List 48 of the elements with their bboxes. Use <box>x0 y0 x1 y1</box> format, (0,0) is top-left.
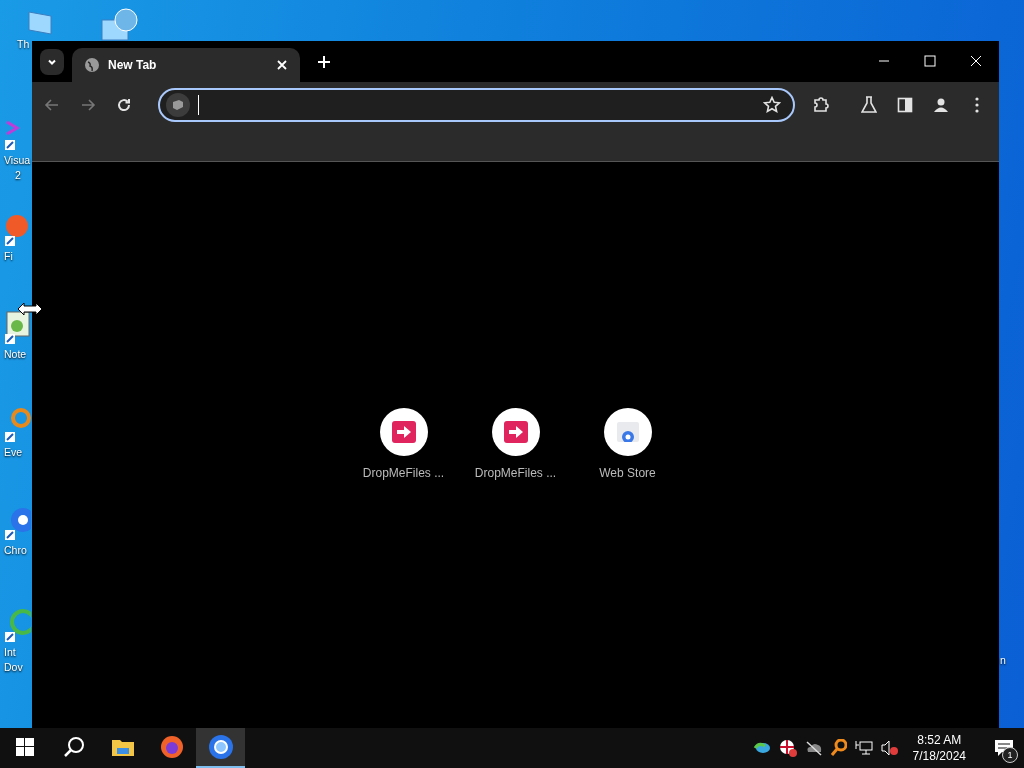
desktop-icon-label: Int <box>4 646 16 659</box>
arrow-logo-icon <box>503 421 528 443</box>
desktop-icon-label: Th <box>17 38 30 51</box>
desktop-icon-label: Visua <box>4 154 31 167</box>
clock[interactable]: 8:52 AM 7/18/2024 <box>912 732 966 764</box>
desktop-icon-label: Note <box>4 348 27 361</box>
taskbar-app-button[interactable] <box>196 728 245 768</box>
download-manager-shortcut-icon[interactable] <box>3 608 31 644</box>
clock-time: 8:52 AM <box>917 732 962 748</box>
tray-app-icon[interactable] <box>752 740 771 756</box>
notifications-button[interactable]: 1 <box>984 728 1024 768</box>
search-icon <box>62 736 85 758</box>
windows-logo-icon <box>15 738 34 756</box>
network-icon[interactable] <box>854 740 873 756</box>
magnifier-icon[interactable] <box>830 739 847 757</box>
tab-search-button[interactable] <box>40 49 64 75</box>
shield-icon[interactable] <box>778 739 797 757</box>
shortcut-title: Web Store <box>599 466 656 480</box>
tab-title: New Tab <box>108 58 158 72</box>
flask-icon[interactable] <box>859 94 879 115</box>
desktop-icon-label: n <box>1000 654 1006 667</box>
desktop-icon-label: Dov <box>4 661 23 674</box>
muted-speaker-icon[interactable] <box>880 740 899 756</box>
bookmark-star-icon[interactable] <box>763 95 781 114</box>
desktop-icon-label: Chro <box>4 544 27 557</box>
fox-browser-icon <box>159 735 184 759</box>
desktop-icon-label: Eve <box>4 446 23 459</box>
globe-icon <box>84 57 100 73</box>
notification-count: 1 <box>1002 747 1018 763</box>
clock-date: 7/18/2024 <box>912 748 966 764</box>
extensions-icon[interactable] <box>811 94 831 115</box>
store-icon <box>616 422 639 442</box>
magnifier-shortcut-icon[interactable] <box>3 408 31 444</box>
shortcut-tile[interactable] <box>379 408 428 456</box>
shortcut-title: DropMeFiles ... <box>474 466 557 480</box>
desktop-icon-label: 2 <box>15 169 21 182</box>
shortcut-tile[interactable] <box>603 408 652 456</box>
shortcut-title: DropMeFiles ... <box>362 466 445 480</box>
browser-tab[interactable]: New Tab <box>72 48 300 82</box>
site-info-icon <box>166 92 190 117</box>
folder-icon <box>110 737 135 757</box>
shortcut-tile[interactable] <box>491 408 540 456</box>
cloud-off-icon[interactable] <box>804 740 823 756</box>
desktop-icon-label: Fi <box>4 250 13 263</box>
browser-icon <box>207 734 234 760</box>
address-bar[interactable] <box>158 87 795 122</box>
browser-shortcut-icon[interactable] <box>3 214 31 248</box>
arrow-logo-icon <box>391 421 416 443</box>
